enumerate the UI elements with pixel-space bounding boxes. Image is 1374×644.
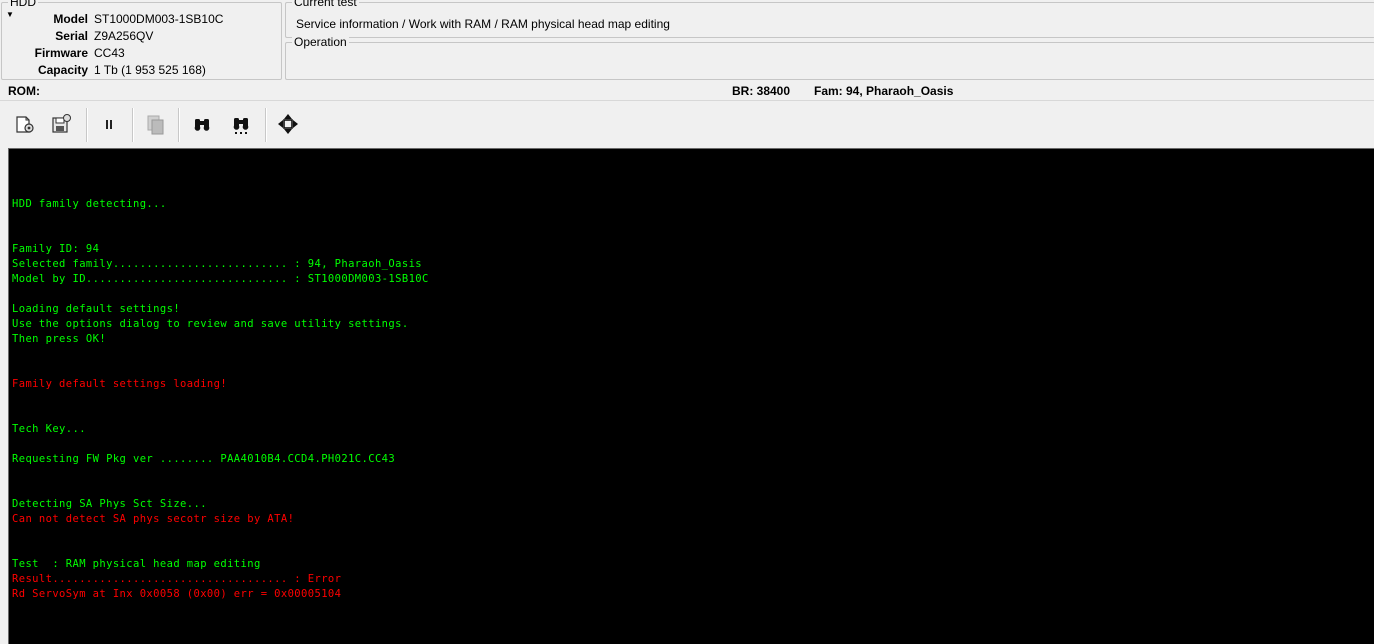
save-settings-button[interactable]	[47, 110, 75, 138]
toolbar-separator	[132, 108, 134, 142]
save-settings-icon	[52, 114, 71, 133]
baud-rate-status: BR: 38400	[732, 84, 791, 98]
log-line: Result..................................…	[12, 573, 342, 585]
move-button[interactable]	[274, 110, 302, 138]
binoculars-next-icon	[233, 118, 249, 134]
log-line: Rd ServoSym at Inx 0x0058 (0x00) err = 0…	[12, 588, 342, 600]
load-settings-button[interactable]	[11, 110, 39, 138]
hdd-model-row: Model ST1000DM003-1SB10C	[2, 11, 281, 28]
log-line: Then press OK!	[12, 333, 107, 345]
rom-status: ROM:	[8, 84, 40, 98]
hdd-serial-row: Serial Z9A256QV	[2, 28, 281, 45]
log-line: Family default settings loading!	[12, 378, 228, 390]
hdd-firmware-row: Firmware CC43	[2, 45, 281, 62]
current-test-group: Current test Service information / Work …	[285, 0, 1374, 38]
hdd-model-value: ST1000DM003-1SB10C	[94, 12, 224, 26]
current-test-legend: Current test	[292, 0, 359, 9]
load-settings-icon	[16, 116, 34, 133]
log-line: Selected family.........................…	[12, 258, 423, 270]
copy-icon	[147, 115, 164, 135]
status-separator	[0, 100, 1374, 101]
log-line: Test : RAM physical head map editing	[12, 558, 261, 570]
toolbar-separator	[265, 108, 267, 142]
log-line: Requesting FW Pkg ver ........ PAA4010B4…	[12, 453, 396, 465]
log-line: Family ID: 94	[12, 243, 100, 255]
pause-button[interactable]	[95, 110, 123, 138]
pause-icon	[106, 120, 112, 129]
log-line: Detecting SA Phys Sct Size...	[12, 498, 207, 510]
hdd-capacity-value: 1 Tb (1 953 525 168)	[94, 63, 206, 77]
move-arrows-icon	[278, 114, 298, 134]
log-line: Loading default settings!	[12, 303, 181, 315]
binoculars-icon	[194, 119, 210, 131]
hdd-model-label: Model	[53, 12, 88, 26]
hdd-serial-label: Serial	[55, 29, 88, 43]
operation-legend: Operation	[292, 35, 349, 49]
find-next-button[interactable]	[227, 110, 255, 138]
toolbar	[0, 102, 1374, 146]
hdd-info-group: HDD ▼ Model ST1000DM003-1SB10C Serial Z9…	[1, 0, 282, 80]
hdd-capacity-row: Capacity 1 Tb (1 953 525 168)	[2, 62, 281, 79]
log-line: Use the options dialog to review and sav…	[12, 318, 409, 330]
operation-group: Operation	[285, 36, 1374, 80]
log-console[interactable]: HDD family detecting... Family ID: 94 Se…	[8, 148, 1374, 644]
log-line: HDD family detecting...	[12, 198, 167, 210]
hdd-firmware-label: Firmware	[34, 46, 88, 60]
toolbar-separator	[178, 108, 180, 142]
hdd-firmware-value: CC43	[94, 46, 125, 60]
hdd-group-legend: HDD	[8, 0, 38, 9]
hdd-capacity-label: Capacity	[37, 63, 88, 77]
toolbar-separator	[86, 108, 88, 142]
log-line: Can not detect SA phys secotr size by AT…	[12, 513, 295, 525]
family-status: Fam: 94, Pharaoh_Oasis	[814, 84, 954, 98]
status-bar: ROM: BR: 38400 Fam: 94, Pharaoh_Oasis	[0, 82, 1374, 100]
find-button[interactable]	[188, 110, 216, 138]
copy-button[interactable]	[141, 110, 169, 138]
current-test-text: Service information / Work with RAM / RA…	[296, 17, 670, 31]
hdd-serial-value: Z9A256QV	[94, 29, 154, 43]
log-line: Tech Key...	[12, 423, 86, 435]
log-line: Model by ID.............................…	[12, 273, 429, 285]
